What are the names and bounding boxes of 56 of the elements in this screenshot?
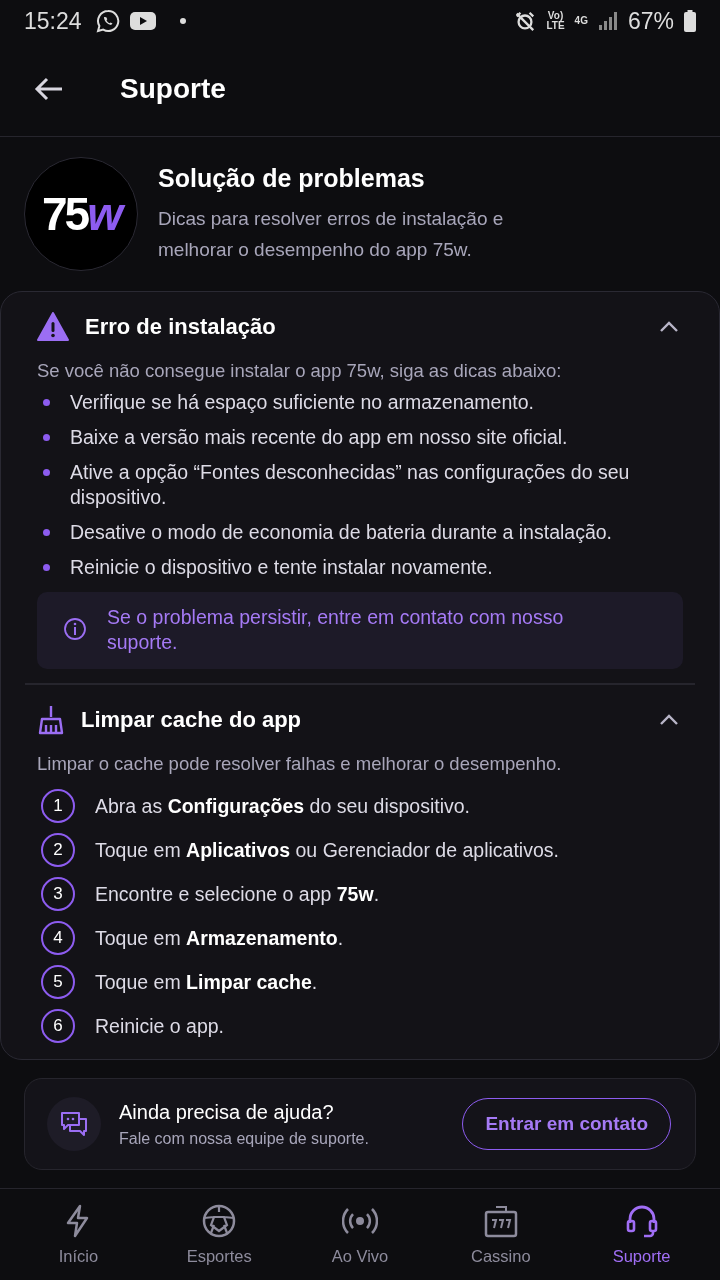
collapse-button[interactable] [659, 321, 679, 333]
step-text: Encontre e selecione o app 75w. [95, 882, 380, 906]
step-text: Reinicie o app. [95, 1014, 224, 1038]
signal-icon [597, 11, 618, 31]
bullet-icon [43, 469, 50, 476]
intro-description: Dicas para resolver erros de instalação e melhorar o desempenho do app 75w. [158, 206, 505, 262]
bullet-icon [43, 399, 50, 406]
battery-icon [684, 10, 696, 32]
step-number: 2 [41, 833, 75, 867]
youtube-icon [129, 11, 156, 31]
whatsapp-icon [95, 9, 120, 33]
info-text: Se o problema persistir, entre em contato com nosso suporte. [107, 605, 565, 655]
intro-title: Solução de problemas [158, 163, 426, 193]
bullet-icon [43, 529, 50, 536]
step-number: 4 [41, 921, 75, 955]
status-time: 15:24 [24, 7, 82, 35]
help-title: Ainda precisa de ajuda? [119, 1100, 335, 1124]
app-logo: 75w [24, 157, 138, 271]
page-title: Suporte [120, 73, 226, 105]
nav-tab[interactable]: Ao Vivo [300, 1203, 420, 1277]
volte-indicator: Vo) LTE [546, 11, 565, 31]
tip-text: Desative o modo de economia de bateria durante a instalação. [70, 520, 612, 545]
step-number: 6 [41, 1009, 75, 1043]
ball-icon [201, 1203, 238, 1239]
notification-dot-icon [179, 18, 186, 24]
step-text: Toque em Aplicativos ou Gerenciador de aplicativos. [95, 838, 559, 862]
bullet-icon [43, 564, 50, 571]
nav-tab[interactable]: Cassino [440, 1203, 561, 1277]
nav-tab[interactable]: Início [18, 1203, 139, 1277]
section-title: Erro de instalação [85, 314, 277, 340]
step-number: 5 [41, 965, 75, 999]
broom-icon [37, 705, 65, 735]
alarm-off-icon [514, 10, 537, 32]
step-number: 1 [41, 789, 75, 823]
collapse-button[interactable] [659, 714, 679, 726]
nav-tab[interactable]: Esportes [159, 1203, 280, 1277]
slot-machine-icon [482, 1203, 519, 1239]
section-description: Se você não consegue instalar o app 75w, siga as dicas abaixo: [37, 360, 563, 382]
warning-icon [37, 312, 69, 342]
info-icon [63, 617, 87, 641]
step-text: Toque em Armazenamento. [95, 926, 344, 950]
bullet-icon [43, 434, 50, 441]
back-button[interactable] [34, 77, 64, 101]
nav-tab[interactable]: Suporte [581, 1203, 702, 1277]
tip-text: Reinicie o dispositivo e tente instalar novamente. [70, 555, 493, 580]
network-indicator: 4G [574, 16, 588, 26]
tip-text: Verifique se há espaço suficiente no armazenamento. [70, 390, 534, 415]
battery-level: 67% [627, 7, 674, 35]
tip-text: Ative a opção “Fontes desconhecidas” nas configurações do seu dispositivo. [70, 460, 631, 510]
step-number: 3 [41, 877, 75, 911]
tip-text: Baixe a versão mais recente do app em nosso site oficial. [70, 425, 568, 450]
step-text: Toque em Limpar cache. [95, 970, 318, 994]
section-description: Limpar o cache pode resolver falhas e melhorar o desempenho. [37, 753, 563, 775]
section-title: Limpar cache do app [81, 707, 303, 733]
step-text: Abra as Configurações do seu dispositivo. [95, 794, 470, 818]
help-subtitle: Fale com nossa equipe de suporte. [119, 1129, 370, 1148]
